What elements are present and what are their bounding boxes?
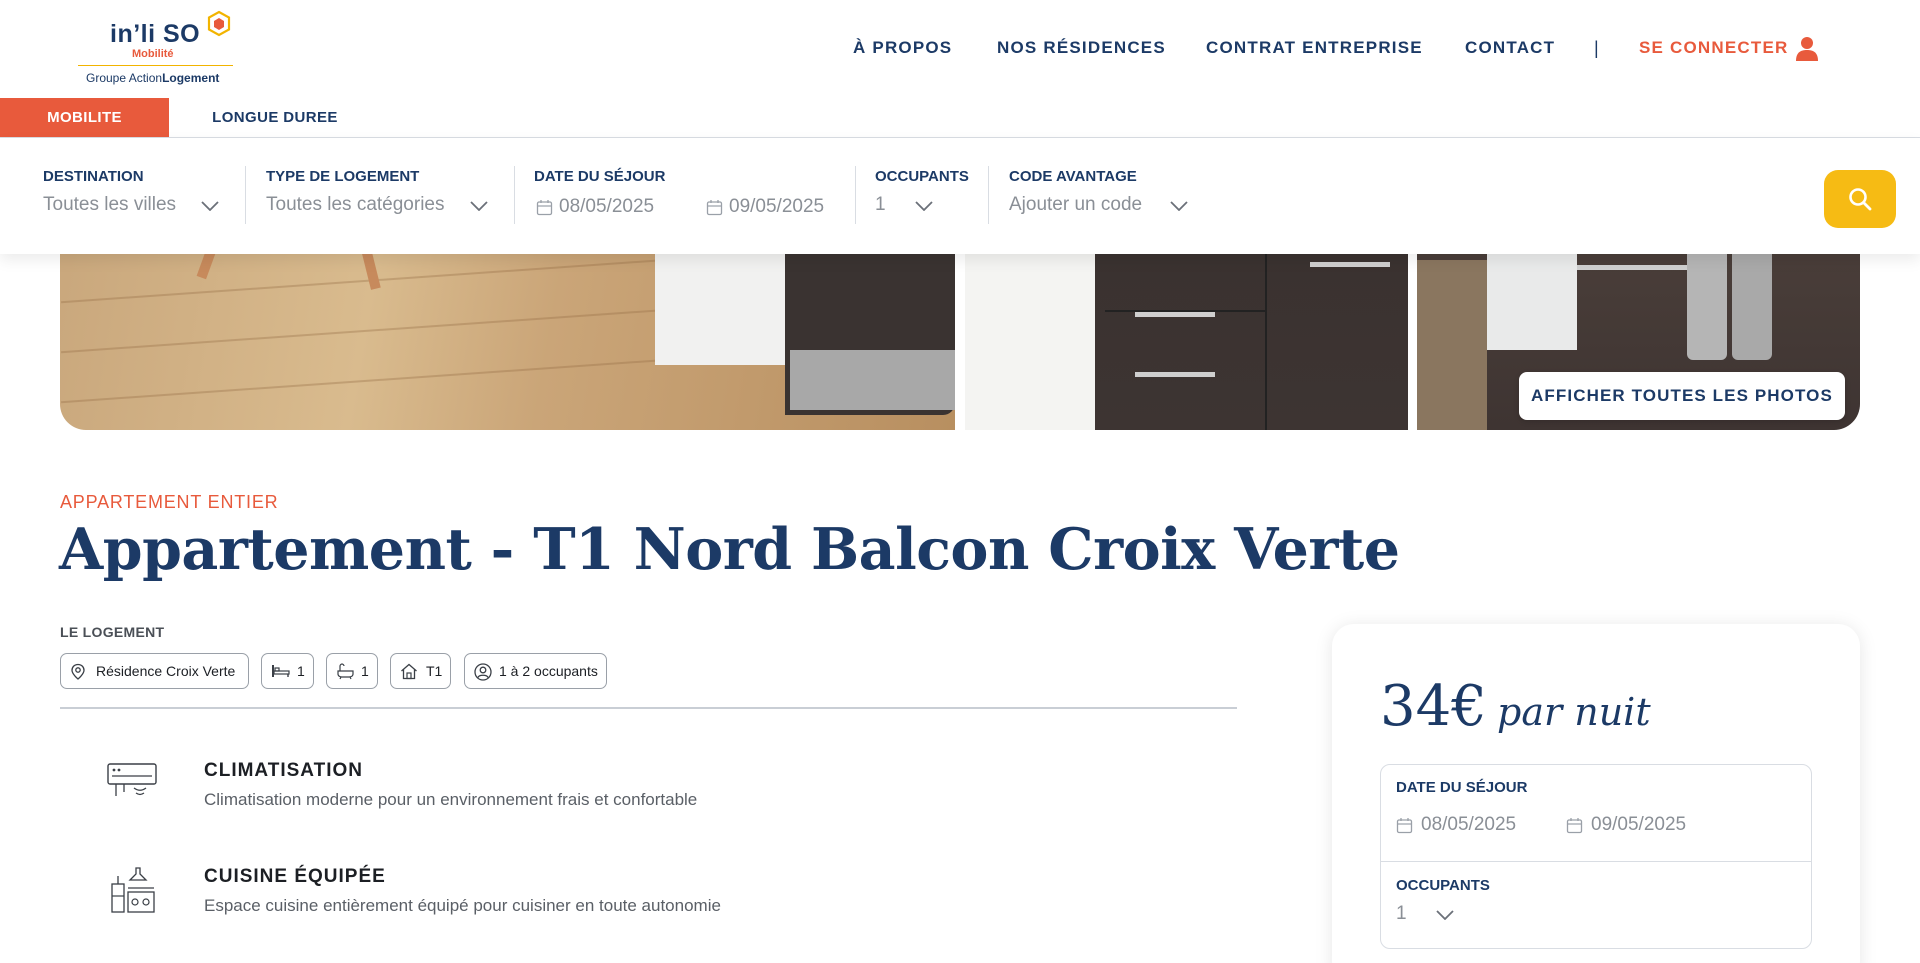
destination-select[interactable]: DESTINATION Toutes les villes <box>43 138 243 254</box>
booking-card: 34€ par nuit DATE DU SÉJOUR 08/05/2025 0… <box>1332 624 1860 963</box>
amenity-item: CLIMATISATION Climatisation moderne pour… <box>0 760 900 830</box>
type-value: Toutes les catégories <box>266 194 445 215</box>
search-divider <box>514 166 515 224</box>
calendar-icon <box>1566 818 1583 834</box>
chip-occupants: 1 à 2 occupants <box>464 653 607 689</box>
listing-kicker: APPARTEMENT ENTIER <box>60 492 279 512</box>
chip-beds-value: 1 <box>297 663 305 679</box>
search-divider <box>245 166 246 224</box>
chevron-down-icon <box>1170 201 1188 211</box>
chip-baths-value: 1 <box>361 663 369 679</box>
tab-longue-duree[interactable]: LONGUE DUREE <box>169 98 381 137</box>
user-icon[interactable] <box>1795 36 1819 62</box>
booking-occupants-label: OCCUPANTS <box>1396 877 1490 894</box>
calendar-icon <box>536 200 553 216</box>
booking-date-to[interactable]: 09/05/2025 <box>1591 814 1686 836</box>
site-header: in’li SO Mobilité Groupe ActionLogement … <box>0 0 1920 98</box>
home-icon <box>401 663 417 680</box>
price-value: 34€ <box>1380 674 1487 739</box>
login-link[interactable]: SE CONNECTER <box>1639 38 1788 58</box>
chip-residence-label: Résidence Croix Verte <box>96 663 236 679</box>
destination-label: DESTINATION <box>43 168 144 185</box>
occupants-label: OCCUPANTS <box>875 168 969 185</box>
search-divider <box>855 166 856 224</box>
amenity-item: CUISINE ÉQUIPÉE Espace cuisine entièreme… <box>0 866 900 936</box>
listing-title: Appartement - T1 Nord Balcon Croix Verte <box>59 516 1400 583</box>
nav-about[interactable]: À PROPOS <box>853 38 952 58</box>
logo-title: in’li SO <box>110 20 201 48</box>
occupants-value: 1 <box>875 194 886 215</box>
bathtub-icon <box>337 663 354 680</box>
tab-mobilite[interactable]: MOBILITE <box>0 98 169 137</box>
chip-beds: 1 <box>261 653 314 689</box>
promo-code-label: CODE AVANTAGE <box>1009 168 1137 185</box>
search-divider <box>988 166 989 224</box>
lodging-section-label: LE LOGEMENT <box>60 624 165 640</box>
kitchen-icon <box>111 867 155 913</box>
location-pin-icon <box>71 663 85 680</box>
type-label: TYPE DE LOGEMENT <box>266 168 420 185</box>
chip-residence: Résidence Croix Verte <box>60 653 249 689</box>
chip-baths: 1 <box>326 653 378 689</box>
inli-logo[interactable]: in’li SO Mobilité Groupe ActionLogement <box>78 10 233 88</box>
price-unit: par nuit <box>1497 690 1651 734</box>
logo-divider <box>78 65 233 66</box>
logo-group: Groupe ActionLogement <box>86 71 220 85</box>
chevron-down-icon[interactable] <box>1436 910 1454 920</box>
chip-type-value: T1 <box>426 663 443 679</box>
logo-hexagon-icon <box>207 10 231 37</box>
booking-form: DATE DU SÉJOUR 08/05/2025 09/05/2025 OCC… <box>1380 764 1812 949</box>
occupants-select[interactable]: OCCUPANTS 1 <box>875 138 985 254</box>
nav-contact[interactable]: CONTACT <box>1465 38 1555 58</box>
chevron-down-icon <box>201 201 219 211</box>
date-from[interactable]: 08/05/2025 <box>559 196 654 218</box>
destination-value: Toutes les villes <box>43 194 177 215</box>
amenity-description: Climatisation moderne pour un environnem… <box>204 790 698 809</box>
promo-code-value: Ajouter un code <box>1009 194 1143 215</box>
bed-icon <box>272 665 290 677</box>
chip-type: T1 <box>390 653 451 689</box>
booking-date-from[interactable]: 08/05/2025 <box>1421 814 1516 836</box>
date-label: DATE DU SÉJOUR <box>534 168 666 185</box>
chip-occupants-label: 1 à 2 occupants <box>499 663 598 679</box>
calendar-icon <box>1396 818 1413 834</box>
amenity-title: CUISINE ÉQUIPÉE <box>204 866 386 887</box>
chevron-down-icon <box>470 201 488 211</box>
section-divider <box>60 707 1237 709</box>
air-conditioner-icon <box>107 763 157 796</box>
type-select[interactable]: TYPE DE LOGEMENT Toutes les catégories <box>266 138 496 254</box>
date-to[interactable]: 09/05/2025 <box>729 196 824 218</box>
nav-residences[interactable]: NOS RÉSIDENCES <box>997 38 1166 58</box>
search-button[interactable] <box>1824 170 1896 228</box>
promo-code-select[interactable]: CODE AVANTAGE Ajouter un code <box>1009 138 1209 254</box>
logo-subtitle: Mobilité <box>132 48 174 60</box>
booking-date-label: DATE DU SÉJOUR <box>1396 779 1528 796</box>
date-range-picker[interactable]: DATE DU SÉJOUR 08/05/2025 09/05/2025 <box>534 138 854 254</box>
show-all-photos-button[interactable]: AFFICHER TOUTES LES PHOTOS <box>1519 372 1845 420</box>
nav-separator: | <box>1594 38 1599 58</box>
user-circle-icon <box>474 663 492 681</box>
amenity-description: Espace cuisine entièrement équipé pour c… <box>204 896 721 915</box>
chevron-down-icon <box>915 201 933 211</box>
search-icon <box>1849 188 1872 211</box>
nav-corporate-contract[interactable]: CONTRAT ENTREPRISE <box>1206 38 1423 58</box>
booking-form-divider <box>1381 861 1811 862</box>
stay-type-tabs: MOBILITE LONGUE DUREE <box>0 98 1920 138</box>
amenity-title: CLIMATISATION <box>204 760 363 781</box>
booking-occupants-value[interactable]: 1 <box>1396 903 1407 925</box>
search-bar: DESTINATION Toutes les villes TYPE DE LO… <box>0 138 1920 254</box>
calendar-icon <box>706 200 723 216</box>
